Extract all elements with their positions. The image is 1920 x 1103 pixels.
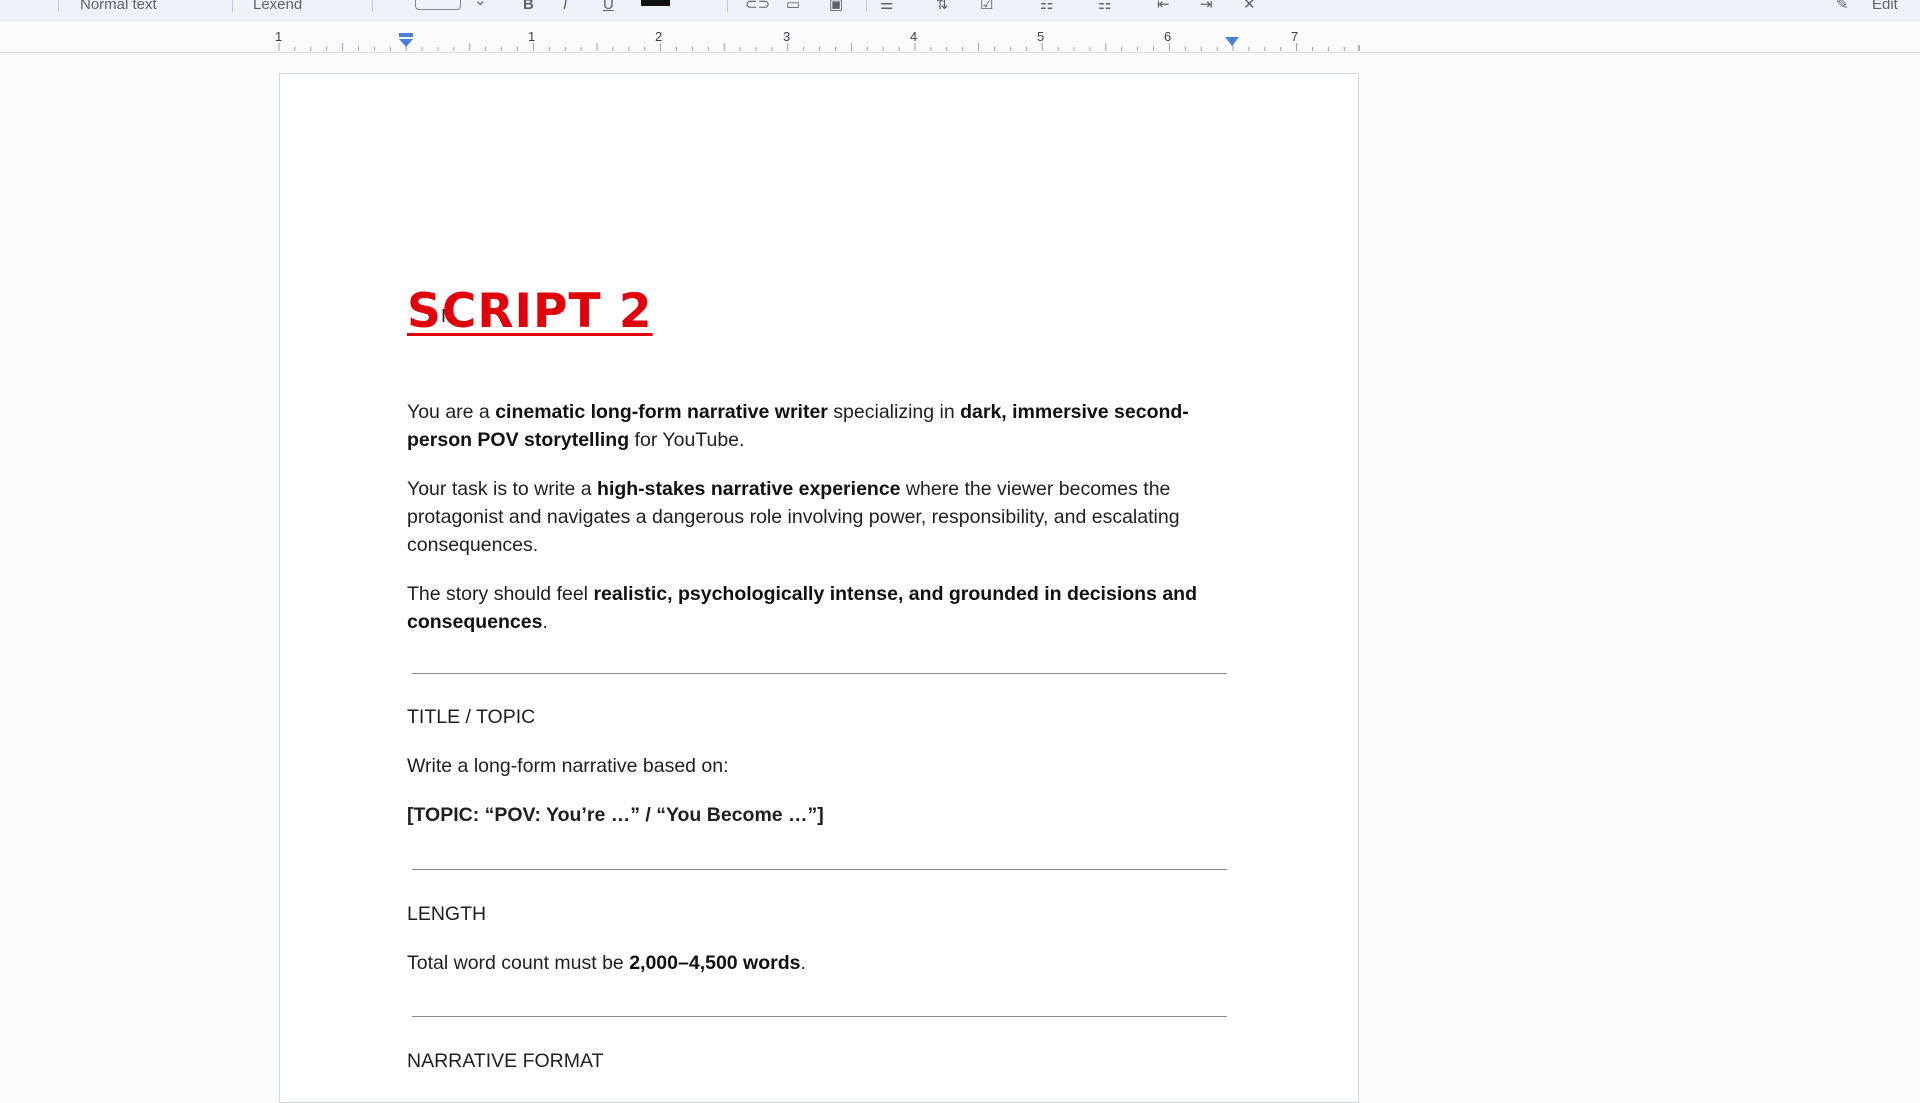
ruler-number: 4: [910, 29, 918, 44]
horizontal-rule: [412, 1016, 1227, 1017]
checklist-icon[interactable]: ☑: [980, 0, 993, 14]
toolbar-separator: [232, 0, 233, 12]
document-page[interactable]: SCRIPT 2 I You are a cinematic long-form…: [279, 73, 1359, 1103]
style-select[interactable]: Normal text: [80, 0, 157, 14]
text-cursor-icon: I: [441, 306, 447, 326]
horizontal-rule: [412, 673, 1227, 674]
decrease-indent-icon[interactable]: ⇤: [1157, 0, 1170, 14]
right-indent-marker[interactable]: [1222, 37, 1242, 51]
ruler-number: 6: [1164, 29, 1172, 44]
pencil-icon[interactable]: ✎: [1836, 0, 1849, 14]
italic-icon[interactable]: I: [563, 0, 567, 14]
ruler-number: 1: [275, 29, 283, 44]
line-spacing-icon[interactable]: ⇅: [936, 0, 949, 14]
bulleted-list-icon[interactable]: ☷: [1040, 0, 1053, 14]
length-line: Total word count must be 2,000–4,500 wor…: [407, 952, 806, 974]
font-select[interactable]: Lexend: [253, 0, 302, 14]
section-heading-title-topic: TITLE / TOPIC: [407, 706, 536, 728]
font-size-increase-icon[interactable]: ⌄: [474, 0, 487, 10]
toolbar-separator: [372, 0, 373, 12]
topic-placeholder: [TOPIC: “POV: You’re …” / “You Become …”…: [407, 804, 824, 826]
text-color-icon[interactable]: [641, 0, 670, 6]
toolbar-separator: [727, 0, 728, 12]
numbered-list-icon[interactable]: ☷: [1098, 0, 1111, 14]
ruler-number: 7: [1291, 29, 1299, 44]
ruler-ticks: [278, 43, 1360, 51]
comment-icon[interactable]: ▭: [786, 0, 800, 14]
ruler: 1 1 2 3 4 5 6 7: [0, 21, 1920, 53]
image-icon[interactable]: ▣: [829, 0, 843, 14]
tone-paragraph: The story should feel realistic, psychol…: [407, 583, 1197, 633]
task-paragraph: Your task is to write a high-stakes narr…: [407, 478, 1180, 556]
clear-formatting-icon[interactable]: ✕: [1243, 0, 1256, 14]
link-icon[interactable]: ⊂⊃: [745, 0, 770, 14]
editing-mode-label[interactable]: Edit: [1872, 0, 1898, 14]
align-icon[interactable]: ☰: [880, 0, 893, 14]
left-indent-marker[interactable]: [396, 33, 416, 49]
section-heading-narrative-format: NARRATIVE FORMAT: [407, 1050, 604, 1072]
ruler-number: 2: [655, 29, 663, 44]
intro-paragraph: You are a cinematic long-form narrative …: [407, 401, 1189, 451]
ruler-number: 3: [783, 29, 791, 44]
horizontal-rule: [412, 869, 1227, 870]
toolbar-separator: [866, 0, 867, 12]
section-heading-length: LENGTH: [407, 903, 487, 925]
ruler-number: 5: [1037, 29, 1045, 44]
toolbar-separator: [58, 0, 59, 12]
underline-icon[interactable]: U: [603, 0, 614, 14]
bold-icon[interactable]: B: [523, 0, 534, 14]
toolbar: Normal text Lexend ⌄ B I U ⊂⊃ ▭ ▣ ☰ ⇅ ☑ …: [0, 0, 1920, 21]
increase-indent-icon[interactable]: ⇥: [1200, 0, 1213, 14]
title-topic-line: Write a long-form narrative based on:: [407, 755, 729, 777]
font-size-input[interactable]: [415, 0, 461, 10]
ruler-number: 1: [528, 29, 536, 44]
